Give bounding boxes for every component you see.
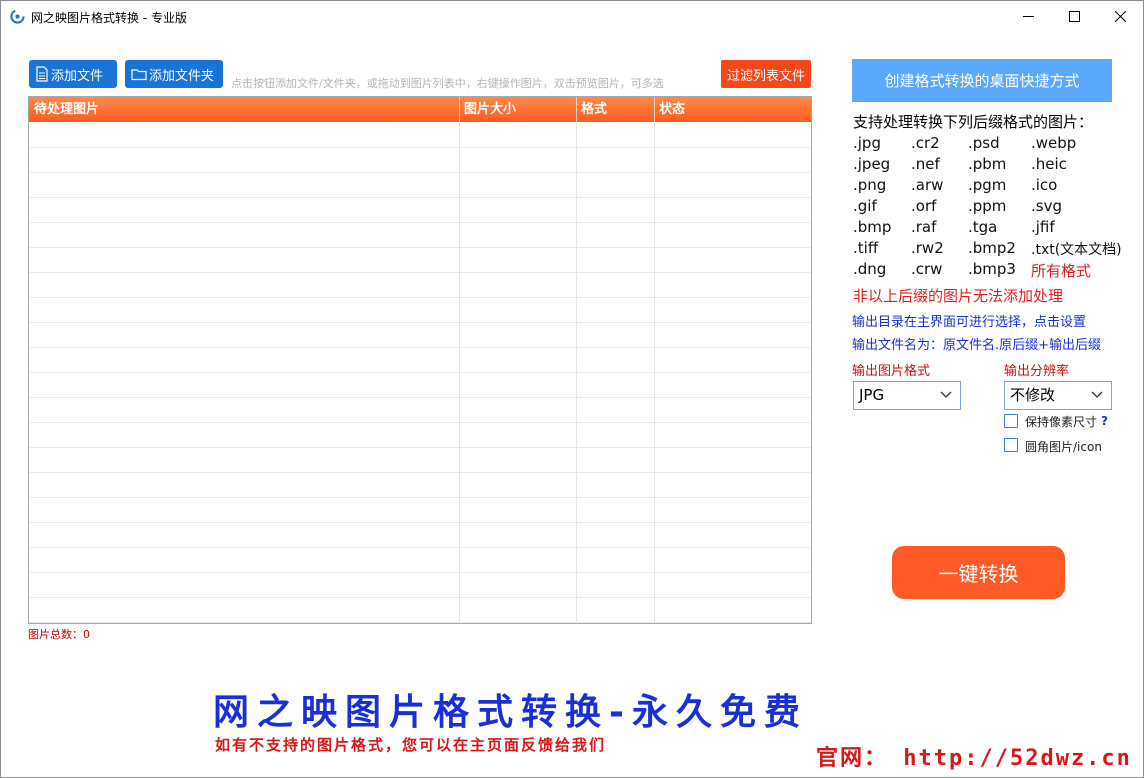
image-total-count: 图片总数：0 xyxy=(28,628,90,641)
output-name-note: 输出文件名为：原文件名.原后缀+输出后缀 xyxy=(852,338,1102,353)
format-item: .orf xyxy=(911,197,937,215)
output-format-label: 输出图片格式 xyxy=(852,364,931,379)
close-icon xyxy=(1114,11,1126,22)
all-formats-link[interactable]: 所有格式 xyxy=(1031,260,1091,281)
create-shortcut-button[interactable]: 创建格式转换的桌面快捷方式 xyxy=(852,59,1112,102)
chevron-down-icon xyxy=(940,391,952,398)
output-resolution-label: 输出分辨率 xyxy=(1004,364,1070,379)
column-header-image[interactable]: 待处理图片 xyxy=(29,97,459,122)
website-link[interactable]: 官网： http://52dwz.cn xyxy=(816,740,1132,772)
format-item: .heic xyxy=(1031,155,1067,173)
unsupported-warning: 非以上后缀的图片无法添加处理 xyxy=(853,287,1064,305)
usage-hint: 点击按钮添加文件/文件夹，或拖动到图片列表中，右键操作图片，双击预览图片，可多选 xyxy=(231,77,664,90)
output-format-value: JPG xyxy=(859,386,885,404)
add-file-button[interactable]: 添加文件 xyxy=(29,60,117,88)
keep-pixel-size-label[interactable]: 保持像素尺寸 xyxy=(1025,413,1097,430)
format-item: .tiff xyxy=(853,239,879,257)
row-gridline xyxy=(29,247,811,248)
format-item: .arw xyxy=(911,176,944,194)
format-item: .gif xyxy=(853,197,877,215)
app-window: 网之映图片格式转换 - 专业版 添加文件 添加文件夹 点击按钮添加文件/文件夹，… xyxy=(0,0,1144,778)
image-list[interactable]: 待处理图片 图片大小 格式 状态 xyxy=(28,96,812,624)
row-gridline xyxy=(29,172,811,173)
row-gridline xyxy=(29,547,811,548)
format-item: .bmp2 xyxy=(968,239,1016,257)
folder-icon xyxy=(131,69,147,81)
add-folder-label: 添加文件夹 xyxy=(149,68,215,84)
format-item: .crw xyxy=(911,260,943,278)
maximize-icon xyxy=(1068,11,1080,22)
column-header-format[interactable]: 格式 xyxy=(576,97,654,122)
format-item: .ico xyxy=(1031,176,1058,194)
app-logo-icon xyxy=(10,9,25,24)
format-item: .ppm xyxy=(968,197,1007,215)
rounded-icon-checkbox[interactable] xyxy=(1004,438,1018,452)
column-header-size[interactable]: 图片大小 xyxy=(459,97,576,122)
format-item: .pbm xyxy=(968,155,1007,173)
output-dir-note[interactable]: 输出目录在主界面可进行选择，点击设置 xyxy=(852,311,1086,330)
output-resolution-value: 不修改 xyxy=(1010,386,1056,404)
format-item: .svg xyxy=(1031,197,1062,215)
row-gridline xyxy=(29,272,811,273)
window-title: 网之映图片格式转换 - 专业版 xyxy=(31,11,187,25)
keep-pixel-size-checkbox[interactable] xyxy=(1004,414,1018,428)
row-gridline xyxy=(29,522,811,523)
row-gridline xyxy=(29,297,811,298)
filter-list-button[interactable]: 过滤列表文件 xyxy=(721,60,811,88)
banner-title: 网之映图片格式转换-永久免费 xyxy=(213,692,808,733)
format-item: .cr2 xyxy=(911,134,940,152)
format-item: .tga xyxy=(968,218,998,236)
row-gridline xyxy=(29,422,811,423)
format-item: .raf xyxy=(911,218,937,236)
row-gridline xyxy=(29,597,811,598)
format-item: .jpg xyxy=(853,134,881,152)
format-item: .webp xyxy=(1031,134,1077,152)
format-item: .pgm xyxy=(968,176,1007,194)
row-gridline xyxy=(29,197,811,198)
row-gridline xyxy=(29,472,811,473)
format-item: .txt(文本文档) xyxy=(1031,242,1122,258)
add-folder-button[interactable]: 添加文件夹 xyxy=(125,60,223,88)
row-gridline xyxy=(29,622,811,623)
format-item: .bmp3 xyxy=(968,260,1016,278)
format-item: .rw2 xyxy=(911,239,944,257)
row-gridline xyxy=(29,497,811,498)
supported-formats-title: 支持处理转换下列后缀格式的图片： xyxy=(853,113,1094,131)
file-icon xyxy=(36,66,48,82)
banner-subtitle: 如有不支持的图片格式，您可以在主页面反馈给我们 xyxy=(215,736,607,754)
row-gridline xyxy=(29,572,811,573)
close-button[interactable] xyxy=(1097,1,1143,32)
row-gridline xyxy=(29,322,811,323)
row-gridline xyxy=(29,447,811,448)
format-item: .nef xyxy=(911,155,940,173)
list-header: 待处理图片 图片大小 格式 状态 xyxy=(29,97,811,122)
help-icon[interactable]: ? xyxy=(1101,414,1108,428)
output-resolution-select[interactable]: 不修改 xyxy=(1004,381,1112,410)
format-item: .psd xyxy=(968,134,1000,152)
format-item: .bmp xyxy=(853,218,892,236)
row-gridline xyxy=(29,147,811,148)
column-header-status[interactable]: 状态 xyxy=(654,97,811,122)
chevron-down-icon xyxy=(1091,391,1103,398)
maximize-button[interactable] xyxy=(1051,1,1097,32)
row-gridline xyxy=(29,372,811,373)
row-gridline xyxy=(29,397,811,398)
output-format-select[interactable]: JPG xyxy=(853,381,961,410)
format-item: .jfif xyxy=(1031,218,1055,236)
add-file-label: 添加文件 xyxy=(51,68,104,84)
row-gridline xyxy=(29,222,811,223)
title-bar[interactable]: 网之映图片格式转换 - 专业版 xyxy=(1,1,1143,32)
row-gridline xyxy=(29,347,811,348)
minimize-button[interactable] xyxy=(1005,1,1051,32)
convert-button[interactable]: 一键转换 xyxy=(892,546,1065,599)
format-item: .png xyxy=(853,176,887,194)
rounded-icon-label[interactable]: 圆角图片/icon xyxy=(1025,438,1102,455)
minimize-icon xyxy=(1022,16,1034,17)
format-item: .dng xyxy=(853,260,887,278)
format-item: .jpeg xyxy=(853,155,891,173)
